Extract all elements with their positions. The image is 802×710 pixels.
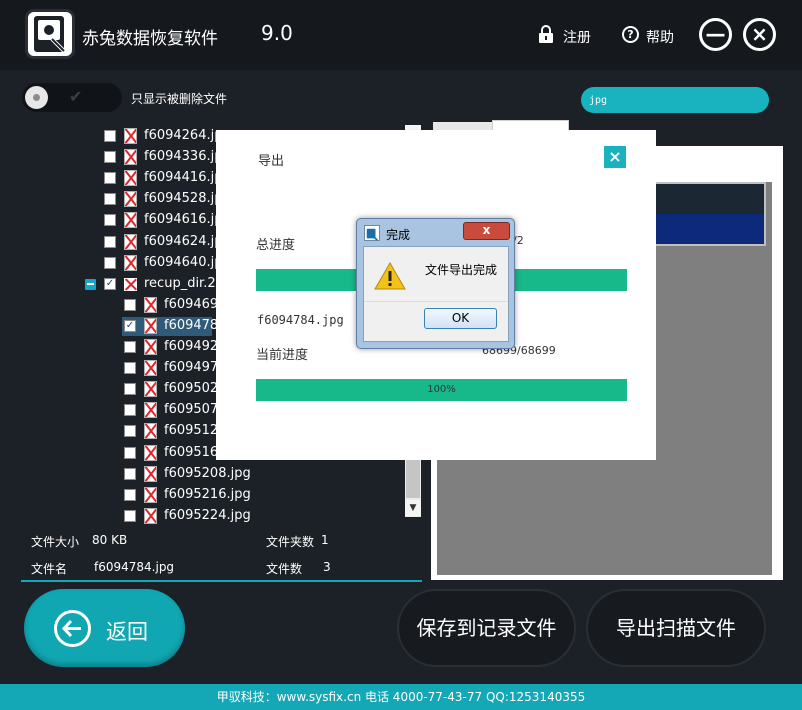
deleted-only-label: 只显示被删除文件: [131, 92, 228, 106]
tree-item-checkbox[interactable]: [124, 488, 136, 501]
deleted-file-icon: [144, 360, 157, 377]
deleted-file-icon: [144, 465, 157, 482]
contact-footer: 甲驭科技：www.sysfix.cn 电话 4000-77-43-77 QQ:1…: [0, 684, 802, 710]
deleted-only-toggle[interactable]: ✔: [22, 83, 122, 112]
deleted-file-icon: [144, 402, 157, 419]
minimize-button[interactable]: —: [699, 18, 732, 51]
preview-image-body: [651, 214, 764, 244]
done-dialog-close-button[interactable]: x: [463, 222, 510, 240]
tree-item-checkbox[interactable]: [124, 341, 136, 353]
lock-icon[interactable]: [538, 24, 554, 44]
tree-item-label[interactable]: f609469: [164, 297, 218, 312]
back-button-label[interactable]: 返回: [106, 616, 148, 646]
folder-count-value: 1: [321, 533, 329, 547]
extension-filter-input[interactable]: [581, 87, 769, 113]
tree-item-checkbox[interactable]: [104, 193, 116, 206]
toggle-knob: [25, 86, 48, 109]
preview-image-titlebar: [651, 184, 764, 214]
deleted-file-icon: [124, 170, 137, 187]
deleted-file-icon: [124, 128, 137, 144]
tree-item-checkbox[interactable]: [124, 298, 136, 311]
ok-button[interactable]: OK: [424, 308, 497, 329]
tree-item-label[interactable]: f6095208.jpg: [164, 466, 251, 481]
file-size-value: 80 KB: [92, 533, 128, 547]
tree-item-label[interactable]: recup_dir.22: [144, 276, 224, 291]
export-dialog-title: 导出: [258, 154, 285, 169]
folder-count-label: 文件夹数: [266, 535, 315, 549]
file-count-label: 文件数: [266, 562, 303, 576]
tree-item-checkbox[interactable]: [104, 151, 116, 164]
deleted-file-icon: [144, 444, 157, 461]
tree-item-label[interactable]: f609492: [164, 339, 218, 354]
tree-item-label[interactable]: f609478: [164, 318, 218, 333]
tree-item-label[interactable]: f609502: [164, 381, 218, 396]
done-dialog-message: 文件导出完成: [425, 263, 498, 277]
deleted-file-icon: [124, 149, 137, 166]
tree-item-checkbox[interactable]: [104, 214, 116, 227]
deleted-file-icon: [144, 423, 157, 440]
export-scan-button[interactable]: 导出扫描文件: [586, 589, 766, 667]
tree-item-checkbox[interactable]: ✓: [104, 277, 116, 290]
deleted-file-icon: [144, 507, 157, 524]
tree-item-checkbox[interactable]: [104, 172, 116, 185]
app-version: 9.0: [261, 21, 293, 45]
deleted-file-icon: [144, 317, 157, 334]
tree-item-checkbox[interactable]: [124, 425, 136, 438]
done-dialog-title: 完成: [386, 228, 411, 242]
tree-item-checkbox[interactable]: [104, 130, 116, 142]
file-size-label: 文件大小: [31, 535, 80, 549]
app-logo-icon: [34, 16, 66, 53]
app-title: 赤兔数据恢复软件: [82, 29, 218, 49]
file-name-value: f6094784.jpg: [94, 560, 175, 574]
file-count-value: 3: [323, 560, 331, 574]
app-small-icon: [364, 225, 380, 241]
current-file-name: f6094784.jpg: [257, 313, 344, 327]
deleted-file-icon: [124, 254, 137, 271]
tree-item-checkbox[interactable]: [124, 383, 136, 396]
tree-item-label[interactable]: f609512: [164, 423, 218, 438]
file-name-label: 文件名: [31, 562, 68, 576]
tree-item-checkbox[interactable]: [124, 404, 136, 417]
scroll-down-button[interactable]: ▼: [405, 500, 421, 516]
tree-item-label[interactable]: f6095224.jpg: [164, 508, 251, 523]
deleted-file-icon: [144, 339, 157, 355]
back-button[interactable]: [24, 589, 185, 667]
file-info-panel: [21, 524, 422, 582]
deleted-file-icon: [124, 233, 137, 250]
deleted-file-icon: [144, 296, 157, 313]
export-dialog-close-button[interactable]: ×: [604, 146, 626, 168]
deleted-file-icon: [144, 381, 157, 398]
tree-item-label[interactable]: f609497: [164, 360, 218, 375]
tree-item-label[interactable]: f609516: [164, 445, 218, 460]
tree-item-checkbox[interactable]: [104, 256, 116, 269]
tree-item-checkbox[interactable]: [124, 467, 136, 480]
tree-item-checkbox[interactable]: [124, 509, 136, 522]
check-icon: ✔: [69, 87, 83, 106]
help-icon[interactable]: ?: [622, 26, 639, 43]
deleted-file-icon: [124, 212, 137, 229]
help-link[interactable]: 帮助: [646, 27, 674, 47]
deleted-file-icon: [144, 486, 157, 503]
save-to-log-button[interactable]: 保存到记录文件: [397, 589, 576, 667]
close-button[interactable]: ×: [743, 18, 776, 51]
current-progress-label: 当前进度: [256, 348, 309, 363]
app-logo: [25, 9, 75, 59]
tree-item-checkbox[interactable]: [104, 235, 116, 248]
tree-item-checkbox[interactable]: [124, 446, 136, 459]
register-link[interactable]: 注册: [563, 27, 591, 47]
tree-item-label[interactable]: f6095216.jpg: [164, 487, 251, 502]
deleted-folder-icon: [124, 277, 137, 291]
deleted-file-icon: [124, 191, 137, 208]
scroll-thumb[interactable]: [406, 458, 420, 498]
tree-item-label[interactable]: f609507: [164, 402, 218, 417]
tree-item-checkbox[interactable]: [124, 362, 136, 375]
current-progress-percent: 100%: [427, 384, 456, 395]
warning-icon: [374, 262, 406, 290]
current-progress-bar: 100%: [256, 379, 627, 401]
collapse-toggle-icon[interactable]: [85, 278, 96, 290]
total-progress-label: 总进度: [256, 238, 296, 253]
back-arrow-icon[interactable]: [54, 610, 91, 647]
tree-item-checkbox[interactable]: ✓: [124, 319, 136, 332]
